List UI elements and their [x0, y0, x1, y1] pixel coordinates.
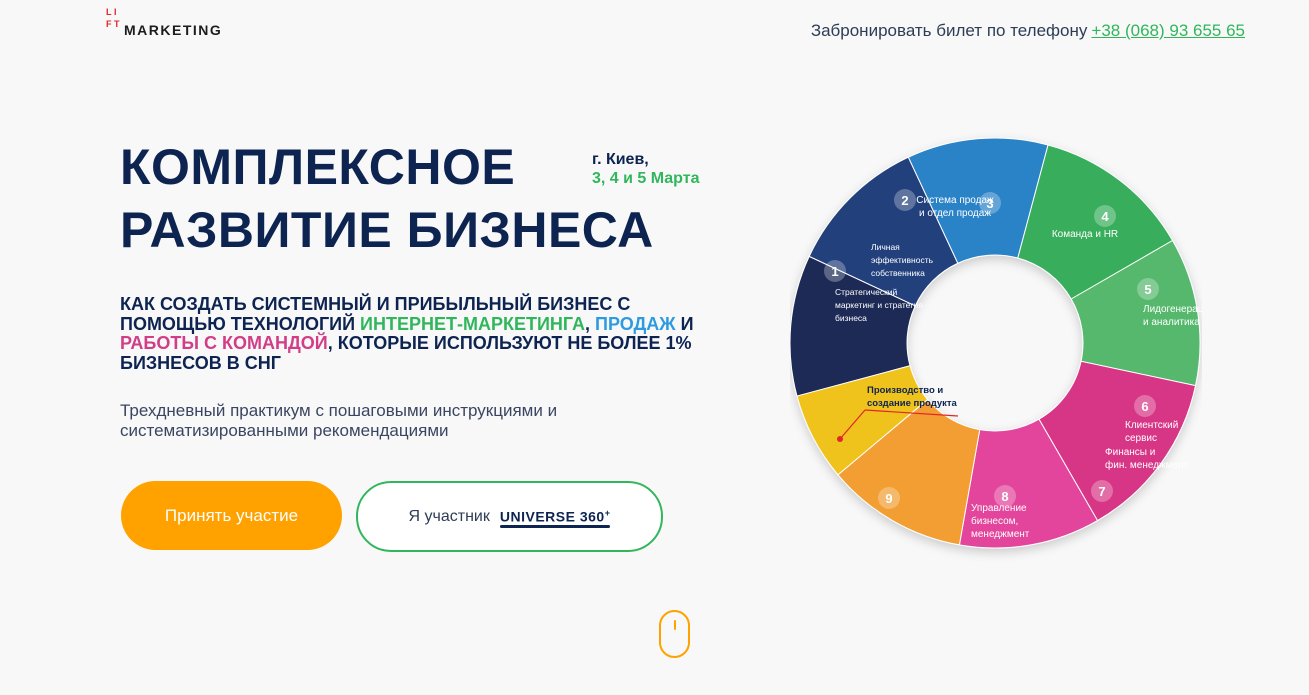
- subtitle-highlight-sales: ПРОДАЖ: [595, 313, 676, 334]
- participate-button[interactable]: Принять участие: [121, 481, 342, 550]
- wheel-label-6: Клиентский: [1125, 420, 1178, 431]
- wheel-label-1: Стратегический: [835, 287, 898, 297]
- wheel-label-1: бизнеса: [835, 313, 867, 323]
- subtitle-text: ,: [584, 313, 595, 334]
- wheel-label-6: сервис: [1125, 433, 1157, 444]
- logo-letter: T: [114, 19, 120, 29]
- title-line-2: РАЗВИТИЕ БИЗНЕСА: [120, 202, 654, 258]
- logo-letter: F: [106, 19, 112, 29]
- wheel-label-5: Лидогенерация: [1143, 304, 1202, 315]
- logo-letter: I: [114, 7, 117, 17]
- wheel-label-8: Управление: [971, 503, 1027, 514]
- universe360-logo: UNIVERSE 360+: [499, 508, 611, 528]
- business-wheel: 1 Стратегический маркетинг и стратегия бизн…: [790, 137, 1202, 549]
- event-location-date: г. Киев, 3, 4 и 5 Марта: [592, 150, 699, 188]
- logo-letter: L: [106, 7, 112, 17]
- wheel-label-1: маркетинг и стратегия: [835, 300, 923, 310]
- wheel-number-6: 6: [1141, 399, 1148, 414]
- wheel-label-5: и аналитика: [1143, 317, 1200, 328]
- wheel-label-2: собственника: [871, 268, 925, 278]
- subtitle-highlight-marketing: ИНТЕРНЕТ-МАРКЕТИНГА: [360, 313, 585, 334]
- wheel-label-2: Личная: [871, 242, 900, 252]
- event-city: г. Киев,: [592, 151, 649, 168]
- logo-text: MARKETING: [124, 22, 223, 38]
- wheel-label-2: эффективность: [871, 255, 934, 265]
- phone-label: Забронировать билет по телефону: [810, 21, 1088, 40]
- wheel-label-3: и отдел продаж: [919, 208, 991, 219]
- hero-description: Трехдневный практикум с пошаговыми инстр…: [120, 401, 558, 440]
- wheel-number-1: 1: [831, 264, 838, 279]
- logo-mark: L I F T: [106, 8, 123, 38]
- universe360-sup: +: [604, 508, 611, 519]
- wheel-number-5: 5: [1144, 282, 1151, 297]
- phone-link[interactable]: +38 (068) 93 655 65: [1091, 21, 1245, 40]
- wheel-label-7: фин. менеджмент: [1105, 459, 1189, 471]
- wheel-number-7: 7: [1098, 484, 1105, 499]
- wheel-label-8: менеджмент: [971, 529, 1030, 540]
- page-title: КОМПЛЕКСНОЕ РАЗВИТИЕ БИЗНЕСА: [120, 136, 654, 262]
- logo[interactable]: L I F T MARKETING: [106, 8, 223, 39]
- universe-member-button[interactable]: Я участник UNIVERSE 360+: [356, 481, 663, 552]
- title-line-1: КОМПЛЕКСНОЕ: [120, 139, 516, 195]
- wheel-label-7: Финансы и: [1105, 447, 1155, 458]
- member-label: Я участник: [408, 507, 490, 525]
- wheel-label-3: Система продаж: [916, 195, 994, 206]
- wheel-number-9: 9: [885, 491, 892, 506]
- scroll-mouse-icon[interactable]: [659, 610, 690, 658]
- wheel-number-2: 2: [901, 193, 908, 208]
- callout-dot: [837, 436, 843, 442]
- event-dates: 3, 4 и 5 Марта: [592, 170, 700, 187]
- wheel-label-4: Команда и HR: [1052, 229, 1118, 240]
- callout-line-2: создание продукта: [867, 398, 958, 409]
- callout-line-1: Производство и: [867, 385, 943, 396]
- header-phone: Забронировать билет по телефону +38 (068)…: [811, 21, 1245, 41]
- wheel-number-4: 4: [1101, 209, 1109, 224]
- subtitle-text: И: [675, 313, 694, 334]
- wheel-label-8: бизнесом,: [971, 515, 1018, 527]
- subtitle-highlight-team: РАБОТЫ С КОМАНДОЙ: [120, 333, 328, 353]
- hero-subtitle: КАК СОЗДАТЬ СИСТЕМНЫЙ И ПРИБЫЛЬНЫЙ БИЗНЕ…: [120, 294, 720, 373]
- wheel-number-8: 8: [1001, 489, 1008, 504]
- universe360-text: UNIVERSE 360: [499, 508, 605, 525]
